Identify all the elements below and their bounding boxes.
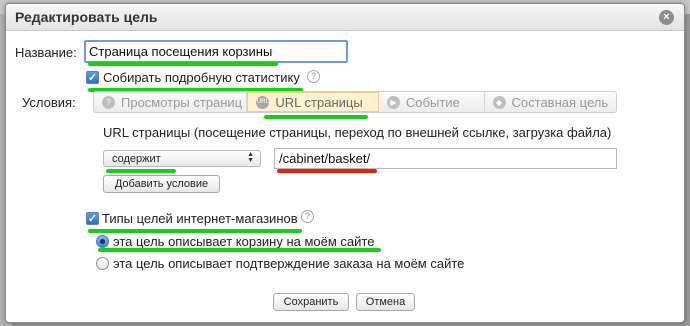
tab-label: Просмотры страниц xyxy=(121,94,243,110)
cart-goal-radio[interactable] xyxy=(96,235,109,248)
select-arrows-icon: ▲ ▼ xyxy=(247,151,254,164)
ecommerce-checkbox[interactable]: ✓ xyxy=(86,212,99,225)
edit-goal-dialog: Редактировать цель × Название: ✓ Собират… xyxy=(5,3,685,323)
detailed-stats-label: Собирать подробную статистику xyxy=(103,70,300,85)
order-confirm-radio[interactable] xyxy=(96,257,109,270)
ecommerce-label: Типы целей интернет-магазинов xyxy=(102,211,298,226)
help-icon[interactable]: ? xyxy=(307,70,320,83)
tab-pageviews[interactable]: ? Просмотры страниц xyxy=(94,92,248,112)
tab-event[interactable]: ▶ Событие xyxy=(379,92,485,112)
save-button[interactable]: Сохранить xyxy=(273,293,349,311)
conditions-tabs: ? Просмотры страниц URL URL страницы ▶ С… xyxy=(93,91,617,113)
dialog-titlebar: Редактировать цель × xyxy=(6,4,684,31)
detailed-stats-checkbox[interactable]: ✓ xyxy=(86,71,99,84)
tab-url[interactable]: URL URL страницы xyxy=(247,92,379,112)
cancel-button[interactable]: Отмена xyxy=(356,293,415,311)
annotation-underline xyxy=(98,248,381,252)
add-condition-button[interactable]: Добавить условие xyxy=(103,175,220,193)
cart-goal-label: эта цель описывает корзину на моём сайте xyxy=(113,234,375,249)
match-type-select[interactable]: содержит ▲ ▼ xyxy=(103,150,261,167)
url-value-input[interactable] xyxy=(274,148,617,169)
annotation-underline xyxy=(277,169,377,173)
goal-name-input[interactable] xyxy=(84,40,348,63)
annotation-underline xyxy=(88,229,302,233)
annotation-underline xyxy=(88,62,278,66)
tab-label: URL страницы xyxy=(275,94,363,110)
tab-composite[interactable]: ◆ Составная цель xyxy=(485,92,616,112)
url-description: URL страницы (посещение страницы, перехо… xyxy=(103,125,612,140)
composite-icon: ◆ xyxy=(492,95,506,109)
url-icon: URL xyxy=(256,95,270,109)
pageviews-icon: ? xyxy=(102,95,115,109)
close-icon[interactable]: × xyxy=(659,10,674,25)
annotation-underline xyxy=(264,115,368,119)
dialog-title: Редактировать цель xyxy=(15,9,158,25)
name-label: Название: xyxy=(15,45,77,60)
conditions-label: Условия: xyxy=(22,95,76,110)
event-icon: ▶ xyxy=(386,95,400,109)
tab-label: Событие xyxy=(405,94,460,110)
match-type-value: содержит xyxy=(112,153,161,165)
annotation-underline xyxy=(106,169,176,173)
help-icon[interactable]: ? xyxy=(301,210,314,223)
order-confirm-label: эта цель описывает подтверждение заказа … xyxy=(113,256,465,271)
tab-label: Составная цель xyxy=(511,94,609,110)
